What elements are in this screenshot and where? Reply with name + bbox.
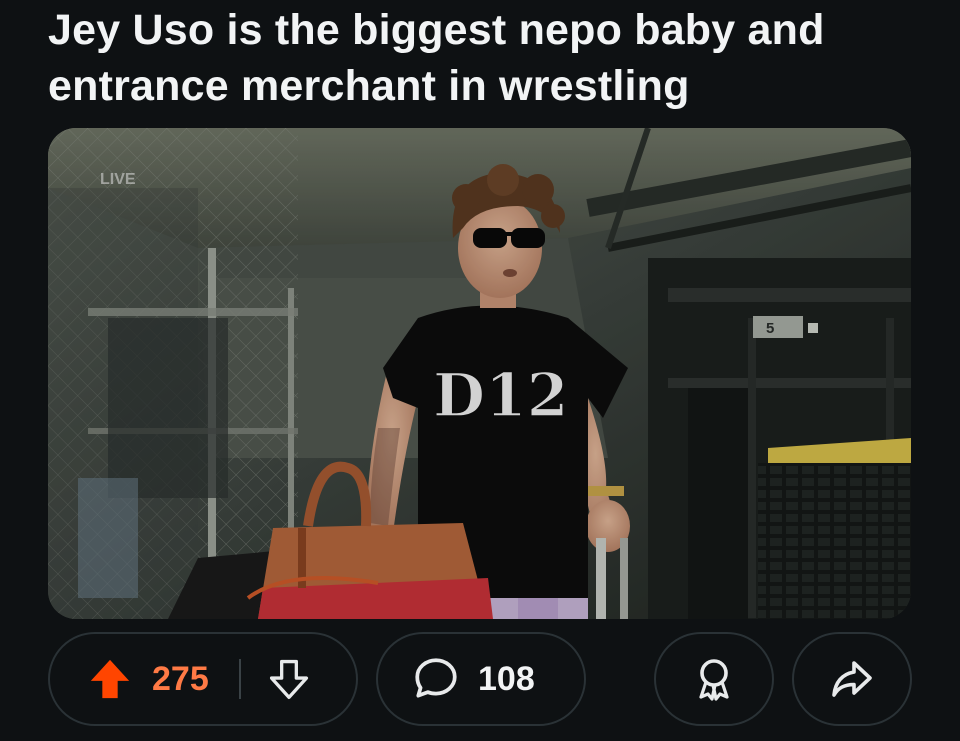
upvote-icon[interactable] [86, 655, 134, 703]
downvote-icon[interactable] [265, 655, 313, 703]
upvote-count: 275 [152, 659, 209, 698]
post-action-bar: 275 108 [0, 632, 960, 728]
vote-divider [238, 659, 241, 699]
post-image[interactable]: 5 LIVE D12 [48, 128, 911, 619]
comments-button[interactable]: 108 [376, 632, 586, 726]
post-card: Jey Uso is the biggest nepo baby and ent… [0, 0, 960, 741]
award-icon [690, 655, 738, 703]
award-button[interactable] [654, 632, 774, 726]
post-image-scene: 5 LIVE D12 [48, 128, 911, 619]
share-button[interactable] [792, 632, 912, 726]
share-icon [828, 655, 876, 703]
post-title[interactable]: Jey Uso is the biggest nepo baby and ent… [48, 2, 928, 114]
comment-icon [410, 653, 462, 705]
comment-count: 108 [478, 659, 535, 698]
vote-pill: 275 [48, 632, 358, 726]
